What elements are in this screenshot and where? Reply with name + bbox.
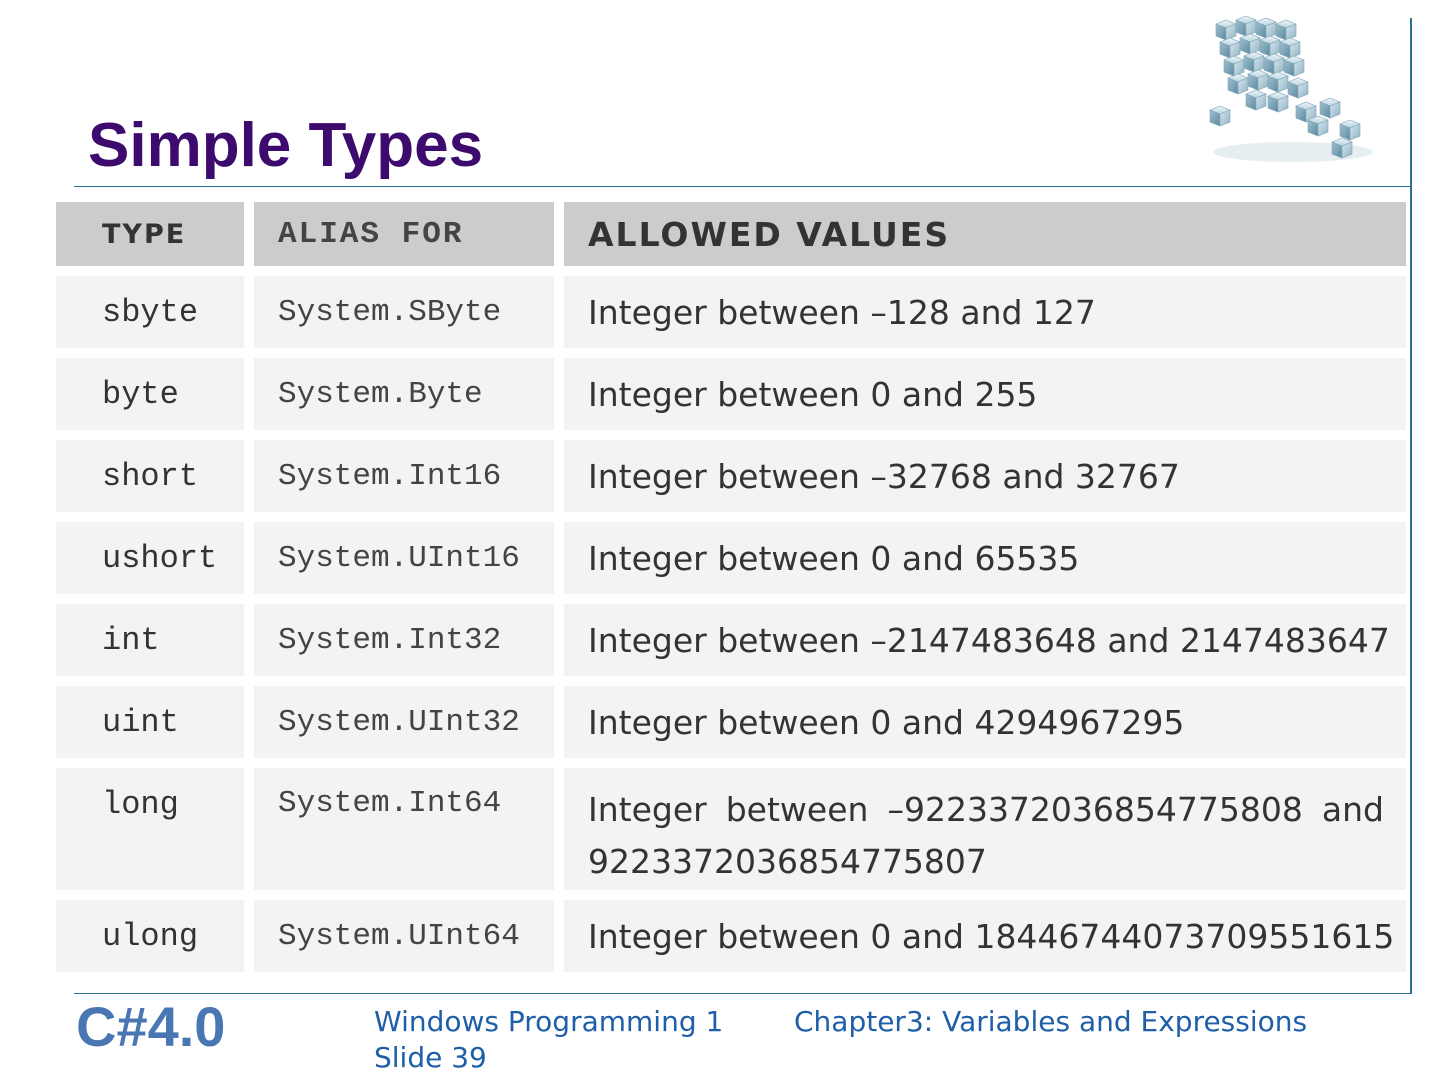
slide-title: Simple Types (88, 111, 484, 180)
footer-chapter-title: Chapter3: Variables and Expressions (794, 1005, 1308, 1038)
type-cell: ushort (56, 522, 244, 594)
type-cell: byte (56, 358, 244, 430)
footer-course-name: Windows Programming 1 (374, 1005, 724, 1038)
cube-cluster-logo (1209, 15, 1373, 162)
values-cell: Integer between –32768 and 32767 (564, 440, 1406, 512)
footer-slide-number: Slide 39 (374, 1041, 487, 1074)
right-border-rule (1410, 18, 1412, 994)
type-cell: sbyte (56, 276, 244, 348)
header-alias-for: ALIAS FOR (254, 202, 554, 266)
footer-rule (74, 993, 1412, 994)
header-allowed-values: ALLOWED VALUES (564, 202, 1406, 266)
alias-cell: System.SByte (254, 276, 554, 348)
values-cell: Integer between –9223372036854775808 and… (564, 768, 1406, 890)
type-cell: short (56, 440, 244, 512)
values-cell: Integer between 0 and 65535 (564, 522, 1406, 594)
alias-cell: System.UInt64 (254, 900, 554, 972)
header-type: TYPE (56, 202, 244, 266)
alias-cell: System.Int32 (254, 604, 554, 676)
alias-cell: System.UInt16 (254, 522, 554, 594)
type-cell: long (56, 768, 244, 890)
type-cell: int (56, 604, 244, 676)
values-cell: Integer between –2147483648 and 21474836… (564, 604, 1406, 676)
values-cell: Integer between 0 and 184467440737095516… (564, 900, 1406, 972)
alias-cell: System.Int64 (254, 768, 554, 890)
alias-cell: System.Int16 (254, 440, 554, 512)
simple-types-table: TYPE ALIAS FOR ALLOWED VALUES sbyte Syst… (56, 202, 1406, 972)
values-cell: Integer between 0 and 255 (564, 358, 1406, 430)
type-cell: uint (56, 686, 244, 758)
type-cell: ulong (56, 900, 244, 972)
title-underline (74, 186, 1412, 187)
values-cell: Integer between 0 and 4294967295 (564, 686, 1406, 758)
alias-cell: System.Byte (254, 358, 554, 430)
values-cell: Integer between –128 and 127 (564, 276, 1406, 348)
alias-cell: System.UInt32 (254, 686, 554, 758)
footer-brand: C#4.0 (76, 995, 226, 1058)
